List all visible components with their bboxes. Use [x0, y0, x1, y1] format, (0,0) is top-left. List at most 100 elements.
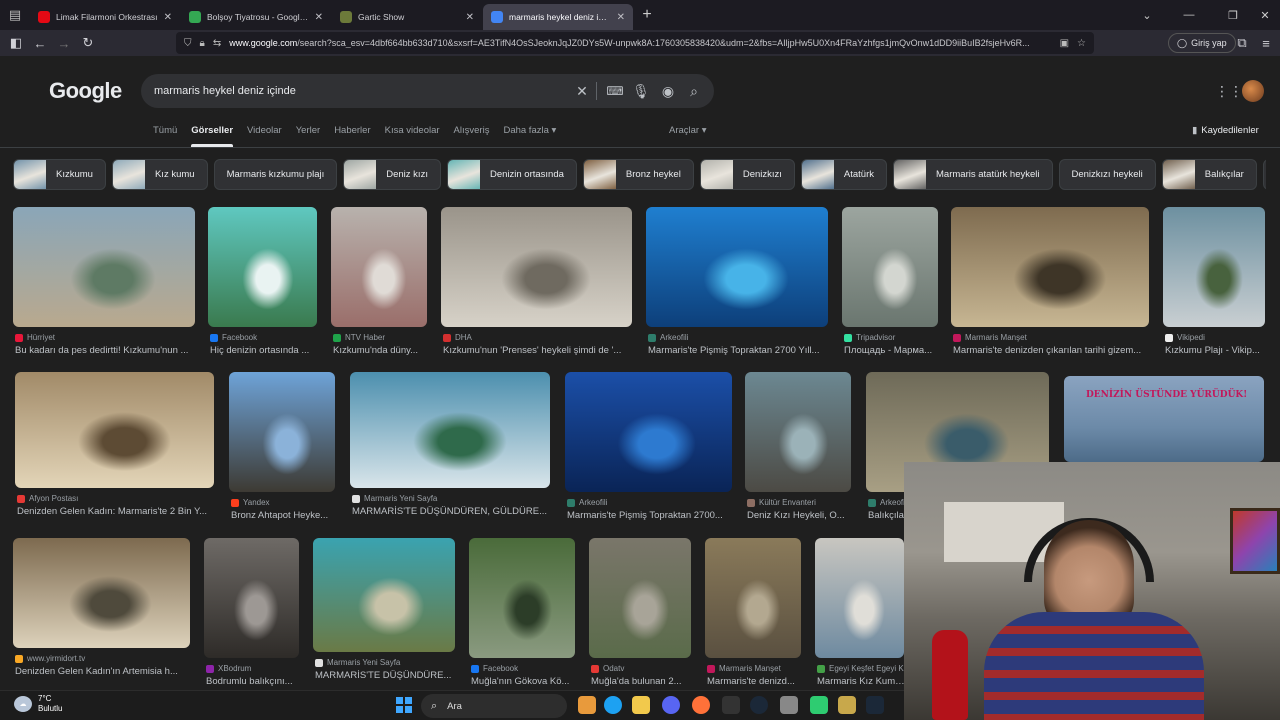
lock-icon[interactable]: 🔒︎ [200, 38, 205, 49]
result-thumbnail[interactable] [13, 538, 190, 648]
lens-icon[interactable]: ◉ [655, 74, 681, 108]
weather-widget[interactable]: ☁ 7°C Bulutlu [14, 694, 62, 714]
browser-tab[interactable]: Limak Filarmoni Orkestrası ✕ [30, 4, 180, 30]
obs-icon[interactable] [722, 696, 740, 714]
saved-button[interactable]: ▮ Kaydedilenler [1192, 125, 1259, 136]
tab-close-icon[interactable]: ✕ [466, 12, 474, 23]
result-caption[interactable]: Muğla'nın Gökova Kö... [471, 676, 577, 687]
keyboard-icon[interactable]: ⌨ [602, 74, 628, 108]
close-window-button[interactable]: ✕ [1242, 0, 1280, 30]
result-source[interactable]: Hürriyet [15, 333, 55, 342]
new-tab-button[interactable]: + [634, 6, 660, 24]
result-caption[interactable]: Kızkumu'nun 'Prenses' heykeli şimdi de '… [443, 345, 634, 356]
google-logo[interactable]: Google [49, 78, 122, 104]
settings-icon[interactable] [780, 696, 798, 714]
related-chip[interactable]: Bronz heykel [582, 159, 694, 190]
app-icon-gold[interactable] [838, 696, 856, 714]
result-thumbnail[interactable] [1163, 207, 1265, 327]
browser-tab[interactable]: Bolşoy Tiyatrosu - Google Haritalar ✕ [181, 4, 331, 30]
avatar[interactable] [1242, 80, 1264, 102]
result-caption[interactable]: Marmaris'te denizden çıkarılan tarihi gi… [953, 345, 1151, 356]
url-text[interactable]: www.google.com/search?sca_esv=4dbf664bb6… [229, 38, 1051, 48]
browser-tab[interactable]: Gartic Show ✕ [332, 4, 482, 30]
related-chip[interactable]: Denizin ortasında [446, 159, 577, 190]
discord-icon[interactable] [662, 696, 680, 714]
result-source[interactable]: Kültür Envanteri [747, 498, 816, 507]
related-chip[interactable]: Deniz kızı [343, 159, 441, 190]
search-icon[interactable]: ⌕ [681, 74, 707, 108]
result-source[interactable]: Marmaris Yeni Sayfa [315, 658, 400, 667]
result-thumbnail[interactable]: DENİZİN ÜSTÜNDE YÜRÜDÜK! [1064, 376, 1264, 462]
result-source[interactable]: Facebook [210, 333, 257, 342]
firefox-icon[interactable] [692, 696, 710, 714]
minimize-button[interactable]: — [1166, 0, 1212, 30]
result-caption[interactable]: Denizden Gelen Kadın: Marmaris'te 2 Bin … [17, 506, 216, 517]
result-source[interactable]: Tripadvisor [844, 333, 895, 342]
related-chip[interactable]: Kız kumu [111, 159, 208, 190]
result-source[interactable]: Arkeofili [567, 498, 607, 507]
result-thumbnail[interactable] [589, 538, 691, 658]
result-caption[interactable]: Hiç denizin ortasında ... [210, 345, 319, 356]
result-caption[interactable]: MARMARİS'TE DÜŞÜNDÜRE... [315, 670, 457, 681]
sidebar-icon[interactable]: ◧ [4, 31, 28, 55]
related-chip[interactable]: Marmaris kızkumu plajı [213, 159, 338, 190]
back-button[interactable]: ← [28, 31, 52, 55]
tab-close-icon[interactable]: ✕ [315, 12, 323, 23]
related-chip[interactable]: Atatürk [800, 159, 888, 190]
result-source[interactable]: Odatv [591, 664, 624, 673]
search-tab[interactable]: Alışveriş [454, 125, 490, 147]
result-thumbnail[interactable] [13, 207, 195, 327]
result-caption[interactable]: Marmaris Kız Kumu P... [817, 676, 906, 687]
menu-icon[interactable]: ≡ [1254, 31, 1278, 55]
microphone-icon[interactable]: 🎙︎ [628, 74, 654, 108]
result-source[interactable]: Arkeofili [868, 498, 908, 507]
result-source[interactable]: Afyon Postası [17, 494, 78, 503]
forward-button[interactable]: → [52, 31, 76, 55]
result-caption[interactable]: MARMARİS'TE DÜŞÜNDÜREN, GÜLDÜRE... [352, 506, 552, 517]
search-tab[interactable]: Yerler [296, 125, 320, 147]
result-caption[interactable]: Kızkumu Plajı - Vikip... [1165, 345, 1267, 356]
widgets-icon[interactable] [578, 696, 596, 714]
result-thumbnail[interactable] [815, 538, 904, 658]
result-source[interactable]: www.yirmidort.tv [15, 654, 85, 663]
result-caption[interactable]: Bu kadarı da pes dedirtti! Kızkumu'nun .… [15, 345, 197, 356]
result-caption[interactable]: Marmaris'te Pişmiş Topraktan 2700 Yıll..… [648, 345, 830, 356]
related-chip[interactable]: Marmaris atatürk heykeli [893, 159, 1053, 190]
edge-icon[interactable] [604, 696, 622, 714]
related-chip[interactable]: Balıkçılar [1161, 159, 1257, 190]
browser-tab[interactable]: marmaris heykel deniz içinde - Google'da… [483, 4, 633, 30]
result-thumbnail[interactable] [469, 538, 575, 658]
search-tab[interactable]: Kısa videolar [385, 125, 440, 147]
permissions-icon[interactable]: ⇆ [213, 38, 221, 49]
search-input[interactable] [154, 85, 554, 97]
related-chip[interactable]: Denizkızı heykeli [1058, 159, 1156, 190]
result-source[interactable]: Yandex [231, 498, 270, 507]
result-source[interactable]: Marmaris Manşet [707, 664, 781, 673]
shield-icon[interactable]: ⛉ [184, 38, 192, 49]
result-source[interactable]: Vikipedi [1165, 333, 1205, 342]
reader-view-icon[interactable]: ▣ [1060, 38, 1069, 49]
related-chip[interactable]: Kızkumu [13, 159, 106, 190]
result-caption[interactable]: Marmaris'te Pişmiş Topraktan 2700... [567, 510, 734, 521]
search-tab[interactable]: Haberler [334, 125, 370, 147]
tab-overflow-icon[interactable]: ⌄ [1124, 0, 1170, 30]
result-caption[interactable]: Bronz Ahtapot Heyke... [231, 510, 337, 521]
result-thumbnail[interactable] [745, 372, 851, 492]
start-button[interactable] [396, 697, 412, 713]
result-caption[interactable]: Kızkumu'nda düny... [333, 345, 429, 356]
result-source[interactable]: Marmaris Manşet [953, 333, 1027, 342]
result-caption[interactable]: Muğla'da bulunan 2... [591, 676, 693, 687]
result-source[interactable]: DHA [443, 333, 472, 342]
result-thumbnail[interactable] [331, 207, 427, 327]
result-thumbnail[interactable] [951, 207, 1149, 327]
result-thumbnail[interactable] [441, 207, 632, 327]
search-tab[interactable]: Görseller [191, 125, 233, 147]
bookmark-star-icon[interactable]: ☆ [1077, 38, 1086, 49]
clear-icon[interactable]: ✕ [569, 74, 595, 108]
signin-button[interactable]: ◯ Giriş yap [1168, 33, 1236, 53]
result-thumbnail[interactable] [204, 538, 299, 658]
result-thumbnail[interactable] [208, 207, 317, 327]
address-bar[interactable]: ⛉ 🔒︎ ⇆ www.google.com/search?sca_esv=4db… [176, 32, 1094, 54]
related-chip[interactable]: Denizkızı [699, 159, 795, 190]
result-caption[interactable]: Marmaris'te denizd... [707, 676, 803, 687]
